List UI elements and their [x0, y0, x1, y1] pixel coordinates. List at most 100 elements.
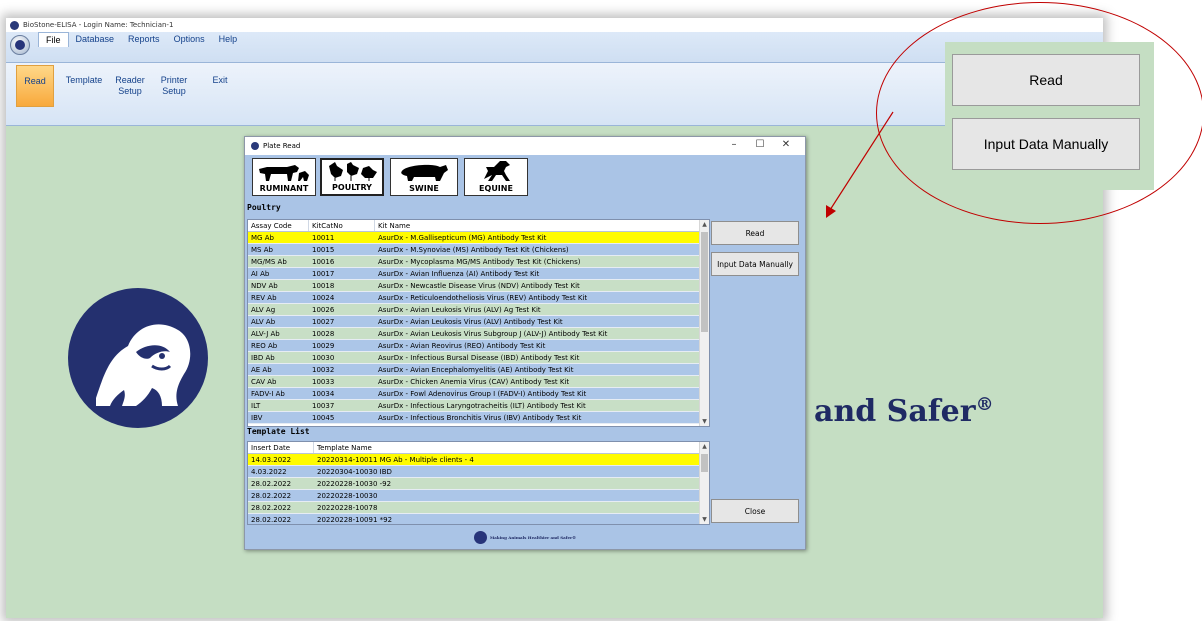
dialog-app-icon	[251, 142, 259, 150]
table-cell: AsurDx - Mycoplasma MG/MS Antibody Test …	[378, 257, 581, 266]
table-row[interactable]: MG/MS Ab 10016 AsurDx - Mycoplasma MG/MS A…	[248, 256, 709, 268]
table-row[interactable]: ILT 10037 AsurDx - Infectious Laryngotrach…	[248, 400, 709, 412]
table-cell: 10011	[312, 233, 335, 242]
ribbon-reader-setup-button[interactable]: Reader Setup	[112, 65, 148, 107]
table-row[interactable]: 14.03.2022 20220314-10011 MG Ab - Multipl…	[248, 454, 709, 466]
table-cell: AsurDx - Avian Leukosis Virus Subgroup J…	[378, 329, 608, 338]
table-cell: MG Ab	[251, 233, 274, 242]
ribbon-printer-setup-button[interactable]: Printer Setup	[156, 65, 192, 107]
table-row[interactable]: 28.02.2022 20220228-10030 -92	[248, 478, 709, 490]
read-button[interactable]: Read	[711, 221, 799, 245]
table-row[interactable]: 28.02.2022 20220228-10091 *92	[248, 514, 709, 524]
table-cell: 28.02.2022	[251, 479, 292, 488]
ribbon-read-button[interactable]: Read	[16, 65, 54, 107]
table-row[interactable]: REO Ab 10029 AsurDx - Avian Reovirus (REO)…	[248, 340, 709, 352]
table-cell: 10028	[312, 329, 335, 338]
table-row[interactable]: CAV Ab 10033 AsurDx - Chicken Anemia Virus…	[248, 376, 709, 388]
kit-grid-scrollbar[interactable]: ▲ ▼	[699, 220, 709, 426]
ribbon-template-button[interactable]: Template	[60, 65, 108, 107]
footer-slogan: Making Animals Healthier and Safer®	[489, 534, 577, 540]
window-title: BioStone-ELISA - Login Name: Technician-…	[23, 21, 174, 29]
table-cell: 20220228-10030	[317, 491, 378, 500]
scroll-down-icon[interactable]: ▼	[700, 417, 709, 426]
table-row[interactable]: IBD Ab 10030 AsurDx - Infectious Bursal Di…	[248, 352, 709, 364]
col-insert-date[interactable]: Insert Date	[248, 442, 314, 453]
species-ruminant-button[interactable]: RUMINANT	[252, 158, 316, 196]
table-row[interactable]: ALV-J Ab 10028 AsurDx - Avian Leukosis Vir…	[248, 328, 709, 340]
table-row[interactable]: ALV Ag 10026 AsurDx - Avian Leukosis Virus…	[248, 304, 709, 316]
scroll-up-icon[interactable]: ▲	[700, 220, 709, 229]
table-cell: 20220228-10078	[317, 503, 378, 512]
table-cell: 10045	[312, 413, 335, 422]
dialog-titlebar: Plate Read – ☐ ✕	[245, 137, 805, 155]
col-template-name[interactable]: Template Name	[314, 442, 694, 453]
table-cell: 10037	[312, 401, 335, 410]
table-cell: MG/MS Ab	[251, 257, 287, 266]
kit-grid-rows: MG Ab 10011 AsurDx - M.Gallisepticum (MG) …	[248, 232, 709, 424]
table-cell: CAV Ab	[251, 377, 277, 386]
maximize-button[interactable]: ☐	[747, 139, 773, 150]
table-row[interactable]: 4.03.2022 20220304-10030 IBD	[248, 466, 709, 478]
poultry-icon	[329, 162, 377, 181]
template-grid-scrollbar[interactable]: ▲ ▼	[699, 442, 709, 524]
table-row[interactable]: 28.02.2022 20220228-10030	[248, 490, 709, 502]
template-grid-rows: 14.03.2022 20220314-10011 MG Ab - Multipl…	[248, 454, 709, 524]
ribbon-reader-label-1: Reader	[115, 75, 145, 85]
species-equine-button[interactable]: EQUINE	[464, 158, 528, 196]
table-row[interactable]: FADV-I Ab 10034 AsurDx - Fowl Adenovirus G…	[248, 388, 709, 400]
table-row[interactable]: AI Ab 10017 AsurDx - Avian Influenza (AI) …	[248, 268, 709, 280]
col-kitcatno[interactable]: KitCatNo	[309, 220, 375, 231]
col-assay-code[interactable]: Assay Code	[248, 220, 309, 231]
tab-help[interactable]: Help	[212, 32, 245, 47]
cattle-icon	[259, 165, 309, 181]
tab-database[interactable]: Database	[69, 32, 122, 47]
species-poultry-button[interactable]: POULTRY	[320, 158, 384, 196]
dialog-body: RUMINANT POULTRY SWINE EQUINE Poultry As…	[245, 155, 805, 549]
table-row[interactable]: NDV Ab 10018 AsurDx - Newcastle Disease Vi…	[248, 280, 709, 292]
footer-logo-icon	[473, 530, 487, 544]
scroll-thumb[interactable]	[701, 232, 708, 332]
table-cell: 20220314-10011 MG Ab - Multiple clients …	[317, 455, 474, 464]
table-cell: 10015	[312, 245, 335, 254]
scroll-down-icon[interactable]: ▼	[700, 515, 709, 524]
template-grid: Insert Date Template Name 14.03.2022 2022…	[247, 441, 710, 525]
minimize-button[interactable]: –	[721, 139, 747, 150]
dialog-footer: Making Animals Healthier and Safer®	[245, 525, 805, 549]
table-row[interactable]: MS Ab 10015 AsurDx - M.Synoviae (MS) Antib…	[248, 244, 709, 256]
ribbon-reader-label-2: Setup	[118, 86, 142, 96]
table-row[interactable]: IBV 10045 AsurDx - Infectious Bronchitis V…	[248, 412, 709, 424]
table-row[interactable]: REV Ab 10024 AsurDx - Reticuloendotheliosi…	[248, 292, 709, 304]
table-cell: 10024	[312, 293, 335, 302]
table-cell: AsurDx - Reticuloendotheliosis Virus (RE…	[378, 293, 588, 302]
close-button[interactable]: Close	[711, 499, 799, 523]
table-row[interactable]: ALV Ab 10027 AsurDx - Avian Leukosis Virus…	[248, 316, 709, 328]
table-cell: AsurDx - Avian Encephalomyelitis (AE) An…	[378, 365, 574, 374]
table-cell: AsurDx - Chicken Anemia Virus (CAV) Anti…	[378, 377, 570, 386]
table-row[interactable]: MG Ab 10011 AsurDx - M.Gallisepticum (MG) …	[248, 232, 709, 244]
application-menu-button[interactable]	[10, 35, 30, 55]
kit-grid-header: Assay Code KitCatNo Kit Name	[248, 220, 709, 232]
table-cell: AsurDx - Infectious Bursal Disease (IBD)…	[378, 353, 580, 362]
ribbon-exit-button[interactable]: Exit	[206, 65, 234, 107]
table-cell: AsurDx - Avian Reovirus (REO) Antibody T…	[378, 341, 546, 350]
table-cell: 28.02.2022	[251, 503, 292, 512]
scroll-thumb[interactable]	[701, 454, 708, 472]
horse-icon	[484, 161, 510, 181]
tab-file[interactable]: File	[38, 32, 69, 47]
tab-options[interactable]: Options	[167, 32, 212, 47]
table-cell: ALV-J Ab	[251, 329, 280, 338]
table-cell: ILT	[251, 401, 261, 410]
table-row[interactable]: AE Ab 10032 AsurDx - Avian Encephalomyelit…	[248, 364, 709, 376]
scroll-up-icon[interactable]: ▲	[700, 442, 709, 451]
close-window-button[interactable]: ✕	[773, 139, 799, 150]
species-swine-button[interactable]: SWINE	[390, 158, 458, 196]
table-cell: 20220228-10030 -92	[317, 479, 392, 488]
col-kit-name[interactable]: Kit Name	[375, 220, 695, 231]
tab-reports[interactable]: Reports	[121, 32, 167, 47]
table-cell: IBV	[251, 413, 263, 422]
table-row[interactable]: 28.02.2022 20220228-10078	[248, 502, 709, 514]
table-cell: 10018	[312, 281, 335, 290]
ribbon-read-label: Read	[24, 76, 46, 86]
plate-read-dialog: Plate Read – ☐ ✕ RUMINANT POULTRY SWINE …	[244, 136, 806, 550]
input-data-manually-button[interactable]: Input Data Manually	[711, 252, 799, 276]
